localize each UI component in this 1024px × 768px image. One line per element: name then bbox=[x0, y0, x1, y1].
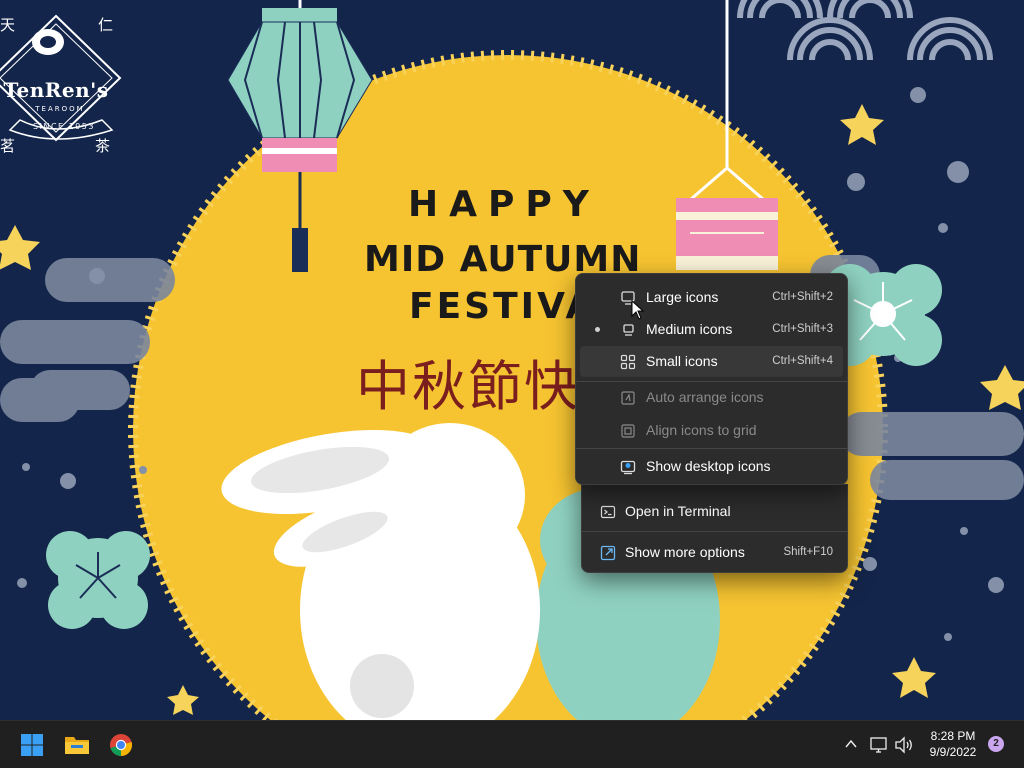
clock-date: 9/9/2022 bbox=[929, 745, 977, 759]
logo-corner-char: 茶 bbox=[95, 137, 111, 155]
menu-item-align-grid[interactable]: Align icons to grid bbox=[580, 415, 843, 446]
logo-corner-char: 天 bbox=[0, 16, 16, 34]
menu-item-label: Small icons bbox=[646, 353, 718, 369]
logo-name: TenRen's bbox=[3, 78, 109, 102]
network-button[interactable] bbox=[869, 735, 889, 755]
menu-item-show-desktop-icons[interactable]: Show desktop icons bbox=[580, 451, 843, 482]
menu-item-label: Show desktop icons bbox=[646, 458, 771, 474]
logo-corner-char: 茗 bbox=[0, 137, 16, 155]
view-submenu: Large icons Ctrl+Shift+2 Medium icons Ct… bbox=[575, 273, 848, 485]
chrome-button[interactable] bbox=[103, 727, 139, 763]
selected-dot-icon bbox=[595, 327, 600, 332]
start-icon bbox=[21, 734, 43, 756]
menu-item-shortcut: Ctrl+Shift+4 bbox=[772, 355, 833, 367]
menu-separator bbox=[576, 448, 847, 449]
taskbar: 8:28 PM 9/9/2022 2 bbox=[0, 720, 1024, 768]
menu-item-label: Large icons bbox=[646, 289, 719, 305]
logo-subtitle: TEAROOM bbox=[35, 105, 85, 113]
speaker-icon bbox=[895, 736, 912, 754]
menu-item-label: Align icons to grid bbox=[646, 422, 757, 438]
menu-item-medium-icons[interactable]: Medium icons Ctrl+Shift+3 bbox=[580, 314, 843, 345]
small-icons-icon bbox=[620, 354, 636, 370]
context-menu: Open in Terminal Show more options Shift… bbox=[581, 484, 848, 573]
volume-button[interactable] bbox=[894, 735, 914, 755]
menu-separator bbox=[582, 531, 847, 532]
menu-item-shortcut: Ctrl+Shift+3 bbox=[772, 323, 833, 335]
menu-item-shortcut: Shift+F10 bbox=[783, 546, 833, 558]
show-hidden-icons-button[interactable] bbox=[842, 735, 862, 755]
logo-since: SINCE 1953 bbox=[33, 122, 95, 131]
show-desktop-icons-icon bbox=[620, 459, 636, 475]
menu-item-small-icons[interactable]: Small icons Ctrl+Shift+4 bbox=[580, 346, 843, 377]
greeting-happy: HAPPY bbox=[408, 184, 600, 225]
terminal-icon bbox=[600, 504, 616, 520]
more-options-icon bbox=[600, 545, 616, 561]
mouse-pointer-icon bbox=[631, 300, 645, 320]
chevron-up-icon bbox=[845, 739, 857, 748]
greeting-festival: FESTIVA bbox=[409, 286, 597, 327]
align-grid-icon bbox=[620, 423, 636, 439]
logo-corner-char: 仁 bbox=[98, 16, 114, 34]
greeting-chinese: 中秋節快 bbox=[356, 355, 580, 418]
file-explorer-icon bbox=[65, 737, 89, 754]
menu-item-label: Open in Terminal bbox=[625, 503, 731, 519]
menu-item-large-icons[interactable]: Large icons Ctrl+Shift+2 bbox=[580, 282, 843, 313]
clock-time: 8:28 PM bbox=[930, 729, 976, 743]
menu-item-auto-arrange[interactable]: Auto arrange icons bbox=[580, 382, 843, 413]
notification-badge[interactable]: 2 bbox=[988, 736, 1004, 752]
menu-item-shortcut: Ctrl+Shift+2 bbox=[772, 291, 833, 303]
start-button[interactable] bbox=[14, 727, 50, 763]
menu-item-open-terminal[interactable]: Open in Terminal bbox=[586, 496, 843, 527]
menu-item-label: Medium icons bbox=[646, 321, 733, 337]
tenren-logo: 天 仁 茗 茶 TenRen's TEAROOM SINCE 1953 bbox=[0, 8, 140, 158]
clock[interactable]: 8:28 PM 9/9/2022 bbox=[918, 728, 988, 760]
desktop[interactable]: 天 仁 茗 茶 TenRen's TEAROOM SINCE 1953 HAPP… bbox=[0, 0, 1024, 720]
medium-icons-icon bbox=[620, 322, 636, 338]
menu-item-label: Auto arrange icons bbox=[646, 389, 764, 405]
auto-arrange-icon bbox=[620, 390, 636, 406]
menu-item-show-more-options[interactable]: Show more options Shift+F10 bbox=[586, 537, 843, 568]
file-explorer-button[interactable] bbox=[59, 727, 95, 763]
chrome-icon bbox=[110, 734, 133, 756]
menu-item-label: Show more options bbox=[625, 544, 745, 560]
network-icon bbox=[870, 737, 887, 753]
